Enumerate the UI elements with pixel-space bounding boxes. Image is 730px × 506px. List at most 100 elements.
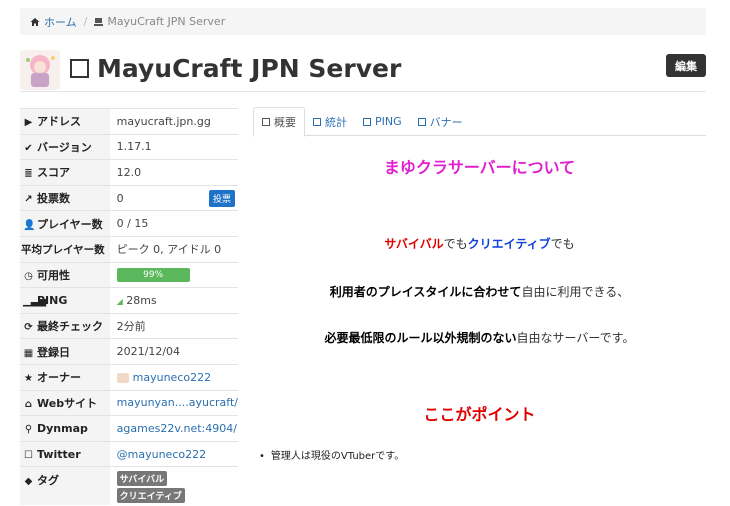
info-row-twitter: ☐ Twitter @mayuneco222 (20, 440, 238, 467)
info-key: Dynmap (37, 421, 88, 435)
about-heading: まゆクラサーバーについて (383, 158, 576, 177)
dynmap-link[interactable]: agames22v.net:4904/ (117, 422, 237, 435)
square-icon: ☐ (24, 449, 33, 461)
info-key: 平均プレイヤー数 (21, 243, 105, 256)
info-key: 登録日 (37, 345, 70, 359)
breadcrumb: ホーム / MayuCraft JPN Server (20, 8, 706, 35)
info-key: PING (37, 293, 68, 307)
tab-stats[interactable]: 統計 (305, 107, 355, 136)
info-key: 最終チェック (37, 320, 103, 334)
tag-badge[interactable]: クリエイティブ (116, 488, 185, 504)
info-key: オーナー (37, 371, 81, 385)
info-row-ping: ▁▃▅PING ◢ 28ms (20, 287, 238, 314)
text-fragment: 自由なサーバーです。 (516, 331, 635, 345)
info-row-version: ✔ バージョン 1.17.1 (20, 133, 238, 160)
info-row-last-check: ⟳ 最終チェック 2分前 (20, 312, 238, 339)
calendar-icon: ▦ (23, 347, 34, 359)
info-key: 可用性 (37, 268, 70, 282)
website-link[interactable]: mayunyan....ayucraft/ (117, 396, 238, 409)
availability-progress-bar: 99% (116, 267, 190, 282)
signal-green-icon: ◢ (116, 296, 123, 306)
info-value: 0 (116, 191, 124, 205)
info-row-score: ≣ スコア 12.0 (20, 159, 238, 186)
tab-overview[interactable]: 概要 (253, 107, 305, 137)
square-icon (313, 117, 321, 126)
home-icon: ⌂ (24, 398, 33, 410)
info-key: アドレス (37, 115, 81, 129)
tag-badge[interactable]: サバイバル (116, 471, 168, 487)
tab-banner[interactable]: バナー (410, 107, 471, 136)
description-line-1: サバイバルでもクリエイティブでも (253, 235, 706, 252)
info-row-average-players: 平均プレイヤー数 ピーク 0, アイドル 0 (20, 235, 238, 263)
breadcrumb-separator: / (83, 15, 88, 28)
info-value: ピーク 0, アイドル 0 (109, 235, 238, 263)
info-value: 1.17.1 (109, 133, 238, 160)
info-row-tags: ◆ タグ サバイバル クリエイティブ (20, 466, 238, 506)
vote-button[interactable]: 投票 (209, 189, 235, 207)
tab-label: バナー (429, 115, 463, 129)
info-row-dynmap: ⚲ Dynmap agames22v.net:4904/ (20, 415, 238, 442)
square-icon (70, 59, 89, 78)
server-header: MayuCraft JPN Server 編集 (20, 50, 706, 92)
info-key: Webサイト (37, 396, 98, 410)
info-value: 12.0 (109, 159, 238, 186)
tab-label: PING (375, 115, 402, 128)
external-icon: ↗ (24, 194, 33, 206)
server-avatar (20, 50, 60, 90)
bold-fragment: 利用者のプレイスタイルに合わせて (329, 285, 522, 299)
signal-icon: ▁▃▅ (23, 295, 47, 307)
edit-button[interactable]: 編集 (666, 54, 706, 77)
server-icon (94, 17, 104, 26)
breadcrumb-current-label: MayuCraft JPN Server (107, 15, 226, 28)
square-icon (262, 118, 270, 126)
refresh-icon: ⟳ (24, 322, 33, 334)
text-fragment: でも (550, 237, 575, 251)
info-row-address: ▶ アドレス mayucraft.jpn.gg (20, 108, 238, 135)
points-heading: ここがポイント (423, 405, 536, 424)
info-value: 0 / 15 (109, 210, 238, 237)
info-row-players: 👤 プレイヤー数 0 / 15 (20, 210, 238, 237)
info-value: 2分前 (109, 312, 238, 339)
highlight-survival: サバイバル (384, 237, 444, 251)
page-title: MayuCraft JPN Server (70, 54, 401, 83)
description-line-3: 必要最低限のルール以外規制のない自由なサーバーです。 (253, 329, 706, 346)
server-info-table: ▶ アドレス mayucraft.jpn.gg ✔ バージョン 1.17.1 ≣ スコ… (20, 108, 238, 506)
owner-avatar (116, 372, 129, 383)
pin-icon: ⚲ (24, 423, 33, 435)
info-value: mayucraft.jpn.gg (109, 108, 238, 135)
info-key: バージョン (37, 140, 92, 154)
tab-label: 統計 (325, 115, 347, 129)
clock-icon: ◷ (24, 270, 33, 282)
info-value: 2021/12/04 (109, 338, 238, 365)
info-key: プレイヤー数 (37, 217, 103, 231)
info-key: タグ (37, 474, 59, 488)
square-icon (417, 117, 426, 126)
description-line-2: 利用者のプレイスタイルに合わせて自由に利用できる、 (253, 283, 706, 300)
owner-link[interactable]: mayuneco222 (133, 371, 211, 384)
check-icon: ✔ (24, 142, 33, 154)
tab-bar: 概要 統計 PING バナー (253, 107, 706, 137)
info-row-registered: ▦ 登録日 2021/12/04 (20, 338, 238, 365)
text-fragment: 自由に利用できる、 (521, 285, 630, 299)
list-item: 管理人は現役のVTuberです。 (259, 447, 404, 462)
twitter-link[interactable]: @mayuneco222 (117, 448, 206, 461)
breadcrumb-home-link[interactable]: ホーム (30, 14, 77, 30)
tab-ping[interactable]: PING (355, 107, 410, 136)
bold-fragment: 必要最低限のルール以外規制のない (324, 331, 517, 345)
breadcrumb-home-label: ホーム (44, 15, 77, 29)
info-row-website: ⌂ Webサイト mayunyan....ayucraft/ (20, 389, 238, 416)
info-value: 28ms (126, 293, 157, 307)
tag-icon: ◆ (24, 476, 33, 488)
info-key: 投票数 (37, 192, 70, 206)
page-title-text: MayuCraft JPN Server (97, 54, 402, 83)
square-icon (363, 117, 371, 126)
highlight-creative: クリエイティブ (467, 237, 551, 251)
star-icon: ★ (24, 373, 33, 385)
info-key: スコア (37, 166, 70, 180)
home-icon (30, 17, 40, 26)
play-icon: ▶ (24, 117, 33, 129)
info-row-availability: ◷ 可用性 99% (20, 261, 238, 288)
tab-label: 概要 (274, 116, 296, 129)
info-row-votes: ↗ 投票数 0 投票 (20, 184, 238, 211)
info-key: Twitter (37, 447, 81, 461)
